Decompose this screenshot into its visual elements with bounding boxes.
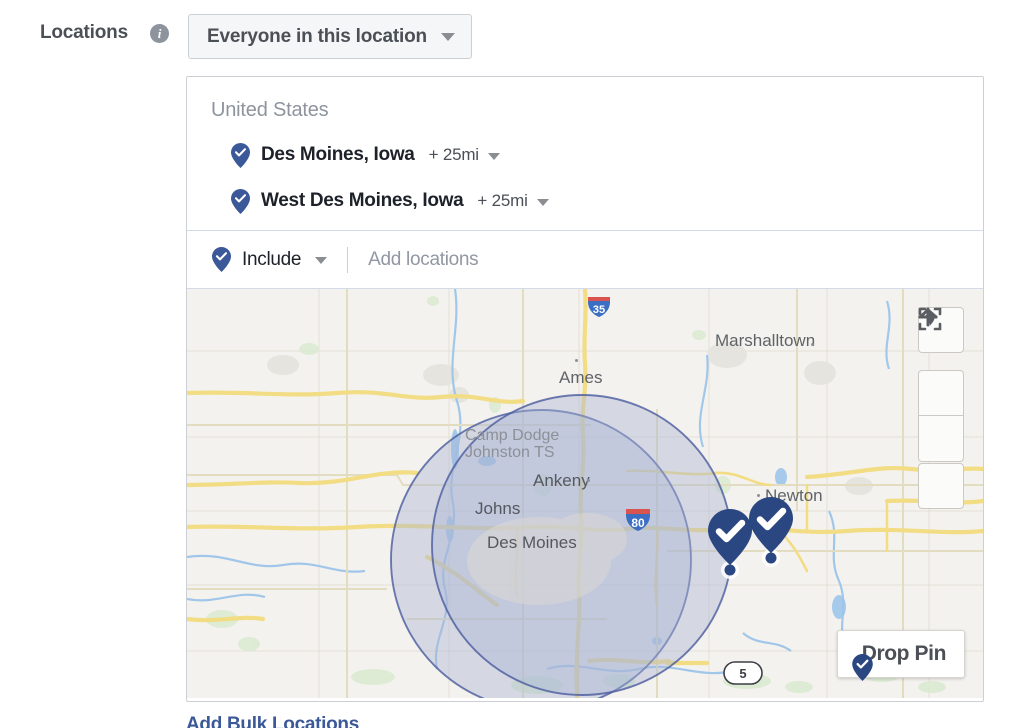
list-item[interactable]: Des Moines, Iowa + 25mi	[231, 142, 983, 168]
map-pin-check-icon	[212, 247, 231, 272]
location-map[interactable]: Marshalltown Ames Newton Camp Dodge John…	[187, 289, 983, 698]
zoom-out-button[interactable]	[918, 315, 964, 462]
ad-location-targeting-screen: Locations i Everyone in this location Un…	[0, 0, 1024, 728]
info-icon[interactable]: i	[150, 24, 169, 43]
locations-panel: United States Des Moines, Iowa + 25mi We…	[186, 76, 984, 702]
recenter-button[interactable]	[918, 307, 964, 509]
location-name: West Des Moines, Iowa	[261, 190, 464, 211]
selected-locations-list: United States Des Moines, Iowa + 25mi We…	[187, 77, 983, 230]
map-pin-check-icon	[231, 188, 250, 214]
locations-field-label: Locations	[40, 22, 128, 43]
add-locations-input[interactable]: Add locations	[368, 249, 478, 271]
drop-pin-button[interactable]: Drop Pin	[836, 630, 965, 681]
locations-field-row: Locations i Everyone in this location	[0, 0, 1024, 70]
location-name: Des Moines, Iowa	[261, 144, 415, 165]
chevron-down-icon[interactable]	[487, 152, 500, 160]
list-item[interactable]: West Des Moines, Iowa + 25mi	[231, 188, 983, 214]
zoom-in-button[interactable]	[918, 307, 964, 416]
drop-pin-label: Drop Pin	[861, 642, 947, 665]
country-group-label: United States	[211, 99, 329, 121]
location-radius: + 25mi	[428, 145, 480, 164]
location-radius: + 25mi	[477, 191, 528, 210]
targeting-mode-value: Everyone in this location	[207, 25, 427, 47]
map-pin-check-icon	[231, 142, 250, 168]
map-controls	[918, 307, 964, 509]
add-location-bar: Include Add locations	[187, 230, 983, 289]
divider	[347, 246, 349, 273]
include-mode-value[interactable]: Include	[242, 249, 301, 271]
add-bulk-locations-link[interactable]: Add Bulk Locations	[186, 714, 359, 728]
chevron-down-icon[interactable]	[536, 198, 549, 206]
targeting-mode-dropdown[interactable]: Everyone in this location	[188, 14, 472, 59]
chevron-down-icon[interactable]	[315, 257, 328, 264]
chevron-down-icon	[440, 32, 455, 41]
